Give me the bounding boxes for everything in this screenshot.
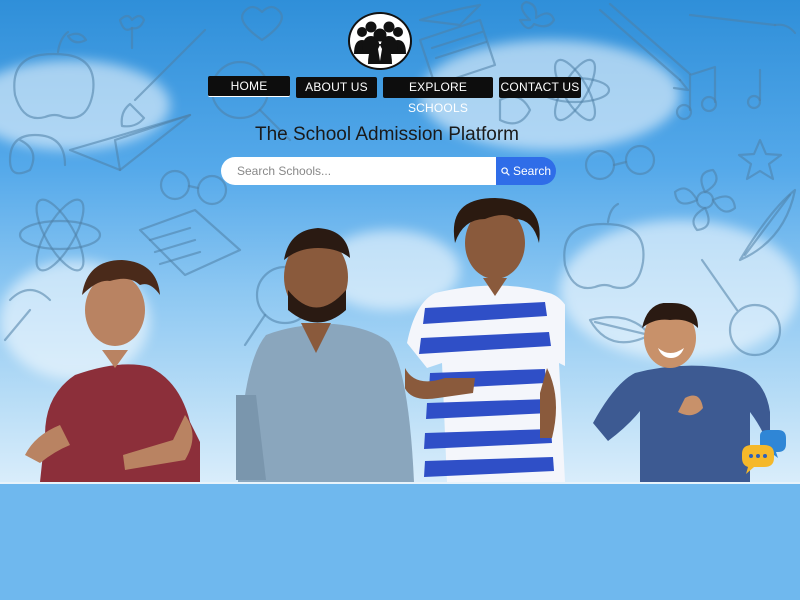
content-area-band [0,482,800,600]
main-navigation: HOME ABOUT US EXPLORE SCHOOLS CONTACT US [0,76,800,115]
search-button-label: Search [512,164,552,178]
chat-bubbles-icon[interactable] [740,430,786,476]
search-button[interactable]: Search [496,157,556,185]
site-logo[interactable] [348,12,412,70]
nav-home[interactable]: HOME [208,76,290,97]
search-input[interactable] [221,157,499,185]
group-of-people-icon [354,21,406,64]
student-photo-3 [405,198,565,482]
nav-contact-us[interactable]: CONTACT US [499,77,581,98]
student-photo-1 [25,260,200,482]
student-photo-2 [236,228,414,482]
page-title: The School Admission Platform [254,124,519,145]
hero-banner [0,0,800,482]
search-icon [501,166,510,176]
nav-about-us[interactable]: ABOUT US [296,77,377,98]
nav-explore-schools[interactable]: EXPLORE SCHOOLS [383,77,493,115]
